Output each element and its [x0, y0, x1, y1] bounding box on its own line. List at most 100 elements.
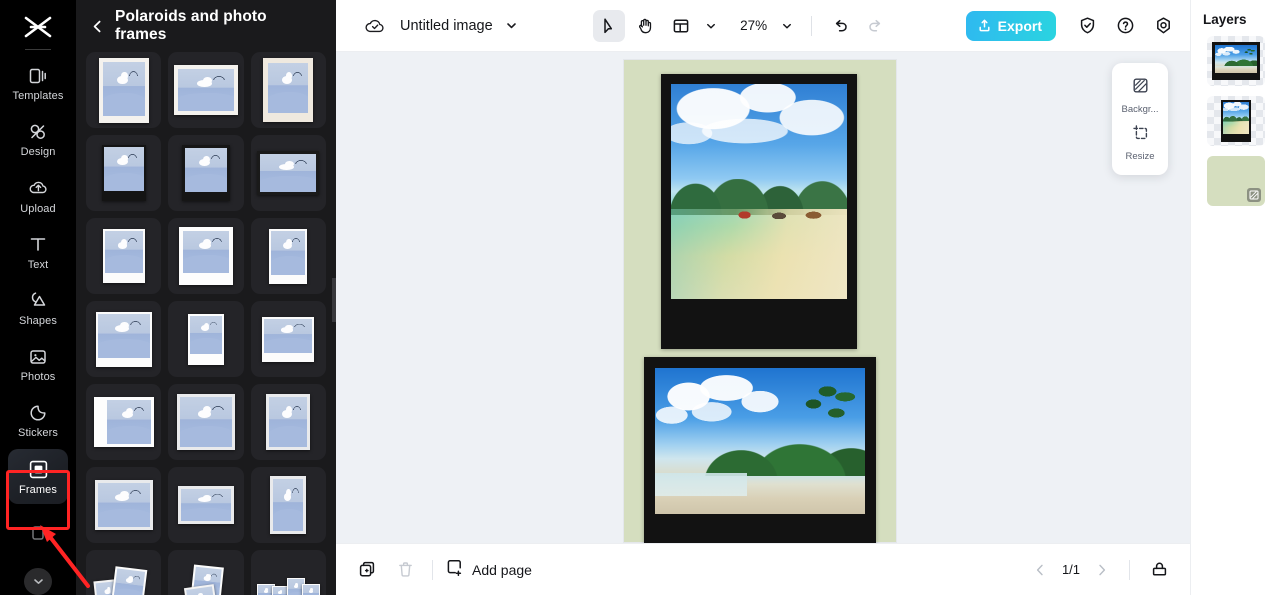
frame-thumbnail[interactable] [168, 467, 244, 543]
layers-panel: Layers [1190, 0, 1280, 595]
landscape-photo[interactable] [655, 368, 865, 514]
frames-panel: Polaroids and photo frames [76, 0, 336, 595]
sidebar-collapse-button[interactable] [24, 567, 52, 595]
sidebar-item-partial[interactable] [8, 506, 68, 560]
frames-icon [28, 458, 49, 481]
capcut-logo-icon[interactable] [18, 12, 58, 41]
next-page-button[interactable] [1089, 557, 1115, 583]
undo-button[interactable] [826, 11, 856, 41]
frame-thumbnail[interactable] [168, 384, 244, 460]
help-icon[interactable] [1110, 11, 1140, 41]
shapes-icon [28, 289, 48, 312]
document-title[interactable]: Untitled image [400, 18, 493, 34]
frame-thumbnail[interactable] [86, 52, 162, 128]
fit-to-screen-button[interactable] [1144, 555, 1174, 585]
sidebar-item-stickers[interactable]: Stickers [8, 393, 68, 447]
settings-gear-icon[interactable] [1148, 11, 1178, 41]
editor-main: Untitled image 27% Export Backgr... Resi… [336, 0, 1190, 595]
frame-thumbnail[interactable] [168, 52, 244, 128]
sidebar-item-shapes[interactable]: Shapes [8, 281, 68, 335]
previous-page-button[interactable] [1027, 557, 1053, 583]
palm-beach-image [655, 368, 865, 514]
sidebar-item-templates[interactable]: Templates [8, 56, 68, 110]
frame-thumbnail[interactable] [250, 52, 326, 128]
boats-layer [720, 208, 844, 220]
polaroid-portrait-frame[interactable] [661, 74, 857, 349]
photos-icon [28, 345, 48, 368]
sidebar-item-photos[interactable]: Photos [8, 337, 68, 391]
duplicate-page-button[interactable] [352, 555, 382, 585]
frame-thumbnail[interactable] [86, 218, 162, 294]
cloud-saved-icon[interactable] [360, 11, 390, 41]
resize-tool-label: Resize [1125, 151, 1155, 162]
sidebar-item-text[interactable]: Text [8, 225, 68, 279]
frame-thumbnail[interactable] [250, 467, 326, 543]
palms-layer [772, 376, 861, 468]
top-toolbar: Untitled image 27% Export [336, 0, 1190, 52]
shield-check-icon[interactable] [1072, 11, 1102, 41]
toolbar-divider [432, 559, 433, 580]
left-sidebar-rail: Templates Design Upload Text Shapes Phot… [0, 0, 76, 595]
canvas-stage[interactable]: Backgr... Resize [336, 52, 1190, 543]
layer-item[interactable] [1206, 156, 1265, 206]
zoom-dropdown-button[interactable] [777, 11, 797, 41]
frame-thumbnail[interactable] [86, 301, 162, 377]
bottom-toolbar: Add page 1/1 [336, 543, 1190, 595]
frame-thumbnail[interactable] [168, 135, 244, 211]
delete-page-button[interactable] [390, 555, 420, 585]
frame-thumbnail[interactable] [168, 218, 244, 294]
frame-thumbnail[interactable] [250, 135, 326, 211]
redo-icon [869, 19, 881, 31]
layout-dropdown-button[interactable] [701, 11, 721, 41]
add-page-icon [445, 558, 464, 582]
sidebar-item-frames[interactable]: Frames [8, 449, 68, 504]
select-tool-button[interactable] [593, 9, 626, 42]
toolbar-divider [811, 15, 813, 36]
panel-title: Polaroids and photo frames [115, 8, 267, 43]
sidebar-item-design[interactable]: Design [8, 112, 68, 166]
export-button[interactable]: Export [965, 10, 1056, 41]
frames-grid [76, 52, 336, 595]
export-label: Export [997, 17, 1042, 34]
chevron-right-icon [1099, 564, 1106, 575]
frame-thumbnail[interactable] [250, 384, 326, 460]
frame-thumbnail[interactable] [86, 384, 162, 460]
water-layer [655, 473, 748, 497]
frame-thumbnail[interactable] [168, 550, 244, 595]
chevron-down-icon [707, 23, 716, 28]
document-menu-button[interactable] [505, 19, 518, 32]
toolbar-right-group: Export [965, 10, 1178, 41]
rail-divider [25, 49, 51, 51]
frame-thumbnail[interactable] [86, 135, 162, 211]
frame-thumbnail[interactable] [86, 550, 162, 595]
add-page-label: Add page [472, 561, 532, 578]
sidebar-item-label: Text [27, 258, 49, 271]
polaroid-photo[interactable] [671, 84, 847, 299]
beach-cliffs-image [671, 84, 847, 299]
layer-item[interactable] [1206, 96, 1265, 146]
stickers-icon [28, 401, 48, 424]
frame-thumbnail[interactable] [86, 467, 162, 543]
sidebar-item-label: Frames [19, 483, 57, 496]
canvas-page[interactable] [624, 60, 896, 543]
redo-button[interactable] [860, 11, 890, 41]
frame-thumbnail[interactable] [250, 301, 326, 377]
frame-thumbnail[interactable] [168, 301, 244, 377]
chevron-left-icon [1036, 564, 1043, 575]
background-tool-button[interactable]: Backgr... [1113, 76, 1167, 115]
frame-thumbnail[interactable] [250, 550, 326, 595]
resize-crop-icon [1131, 123, 1150, 147]
toolbar-divider [1129, 559, 1130, 580]
design-icon [28, 120, 48, 143]
back-button[interactable] [90, 19, 105, 34]
add-page-button[interactable]: Add page [445, 558, 532, 582]
page-navigation: 1/1 [1027, 555, 1174, 585]
resize-tool-button[interactable]: Resize [1113, 123, 1167, 162]
hand-tool-button[interactable] [629, 10, 661, 42]
layout-tool-button[interactable] [665, 10, 697, 42]
layers-title: Layers [1203, 12, 1247, 27]
layer-item[interactable] [1206, 36, 1265, 86]
frame-thumbnail[interactable] [250, 218, 326, 294]
sidebar-item-upload[interactable]: Upload [8, 168, 68, 222]
landscape-black-frame[interactable] [644, 357, 876, 543]
